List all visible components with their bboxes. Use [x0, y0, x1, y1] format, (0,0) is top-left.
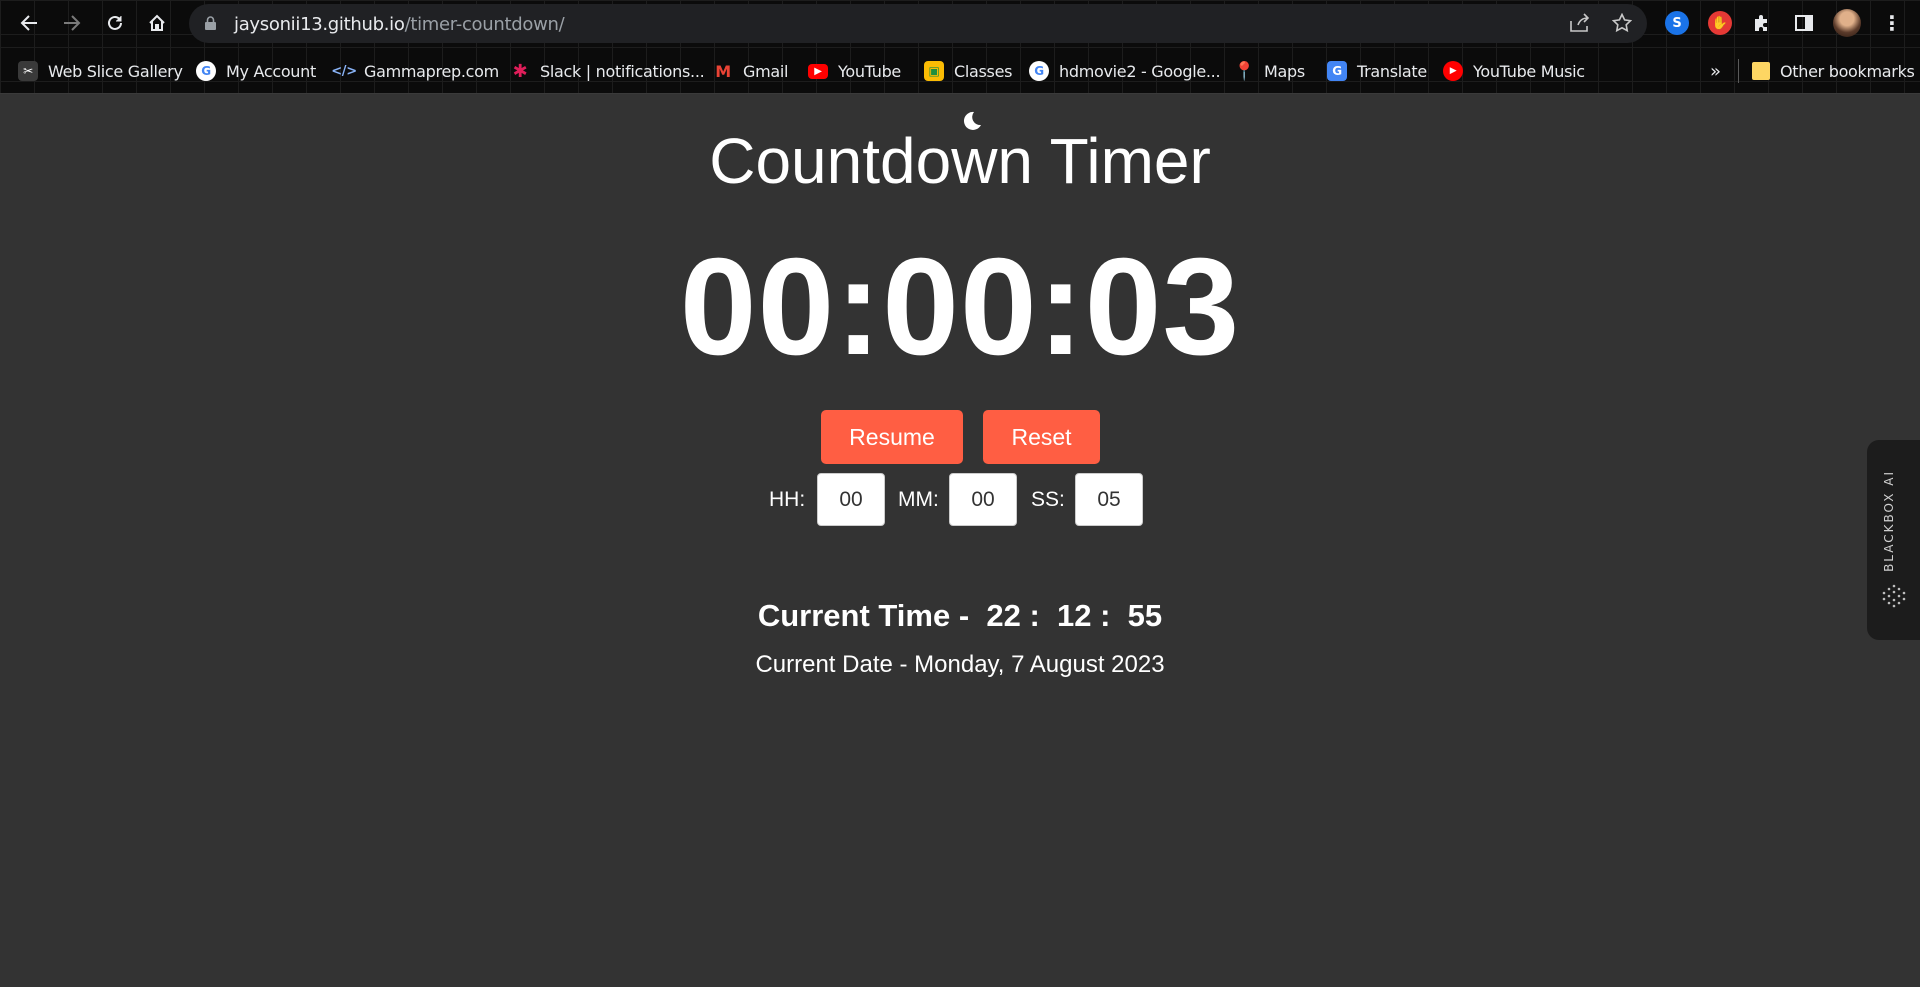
resume-button[interactable]: Resume [821, 410, 963, 464]
blackbox-ai-side-tab[interactable]: BLACKBOX AI [1867, 440, 1920, 640]
bookmark-web-slice-gallery[interactable]: ✂ Web Slice Gallery [18, 59, 183, 83]
share-icon[interactable] [1569, 13, 1591, 38]
gmail-icon: M [715, 61, 731, 81]
seconds-input[interactable] [1075, 473, 1143, 526]
extensions-puzzle-icon[interactable] [1750, 11, 1774, 35]
bookmarks-divider [1738, 59, 1739, 83]
bookmark-hdmovie2[interactable]: G hdmovie2 - Google... [1029, 59, 1221, 83]
bookmark-youtube[interactable]: ▶ YouTube [808, 59, 901, 83]
reset-button[interactable]: Reset [983, 410, 1100, 464]
adblock-extension-icon[interactable]: ✋ [1708, 11, 1732, 35]
code-icon: </> [331, 63, 357, 79]
maps-icon: 📍 [1232, 60, 1256, 82]
blackbox-logo-icon [1882, 584, 1906, 608]
youtube-music-icon: ▶ [1443, 61, 1463, 81]
bookmarks-overflow-button[interactable]: » [1710, 59, 1721, 83]
forward-arrow-icon[interactable] [57, 8, 87, 38]
classroom-icon: ▣ [924, 61, 944, 81]
home-icon[interactable] [142, 8, 172, 38]
translate-icon: G [1327, 61, 1347, 81]
seconds-label: SS: [1031, 488, 1065, 511]
bookmark-gammaprep[interactable]: </> Gammaprep.com [331, 59, 499, 83]
slack-icon: ✱ [512, 60, 528, 82]
browser-toolbar: jaysonii13.github.io/timer-countdown/ S … [0, 0, 1920, 47]
page-title: Countdown Timer [709, 125, 1211, 197]
countdown-display: 00:00:03 [679, 230, 1241, 384]
minutes-label: MM: [898, 488, 939, 511]
other-bookmarks-folder[interactable]: Other bookmarks [1752, 59, 1915, 83]
folder-icon [1752, 62, 1770, 80]
bookmark-star-icon[interactable] [1611, 12, 1633, 38]
hours-label: HH: [769, 488, 806, 511]
bookmark-maps[interactable]: 📍 Maps [1232, 59, 1305, 83]
bookmark-slack[interactable]: ✱ Slack | notifications... [510, 59, 705, 83]
google-icon: G [1029, 61, 1049, 81]
url-text: jaysonii13.github.io/timer-countdown/ [234, 14, 565, 35]
youtube-icon: ▶ [808, 63, 828, 79]
bookmark-translate[interactable]: G Translate [1327, 59, 1427, 83]
bookmarks-bar: ✂ Web Slice Gallery G My Account </> Gam… [0, 47, 1920, 94]
reload-icon[interactable] [100, 8, 130, 38]
google-icon: G [196, 61, 216, 81]
side-panel-icon[interactable] [1792, 11, 1816, 35]
web-slice-icon: ✂ [18, 61, 38, 81]
hours-input[interactable] [817, 473, 885, 526]
current-time: Current Time - 22 : 12 : 55 [757, 598, 1163, 633]
profile-avatar[interactable] [1833, 9, 1861, 37]
address-bar[interactable]: jaysonii13.github.io/timer-countdown/ [189, 4, 1647, 43]
shazam-extension-icon[interactable]: S [1665, 11, 1689, 35]
blackbox-ai-label: BLACKBOX AI [1882, 470, 1896, 572]
current-date: Current Date - Monday, 7 August 2023 [755, 651, 1165, 678]
bookmark-gmail[interactable]: M Gmail [713, 59, 788, 83]
minutes-input[interactable] [949, 473, 1017, 526]
back-arrow-icon[interactable] [14, 8, 44, 38]
menu-kebab-icon[interactable]: ⋮ [1880, 11, 1904, 35]
lock-icon [205, 16, 216, 30]
bookmark-my-account[interactable]: G My Account [196, 59, 316, 83]
bookmark-youtube-music[interactable]: ▶ YouTube Music [1443, 59, 1585, 83]
bookmark-classes[interactable]: ▣ Classes [924, 59, 1012, 83]
